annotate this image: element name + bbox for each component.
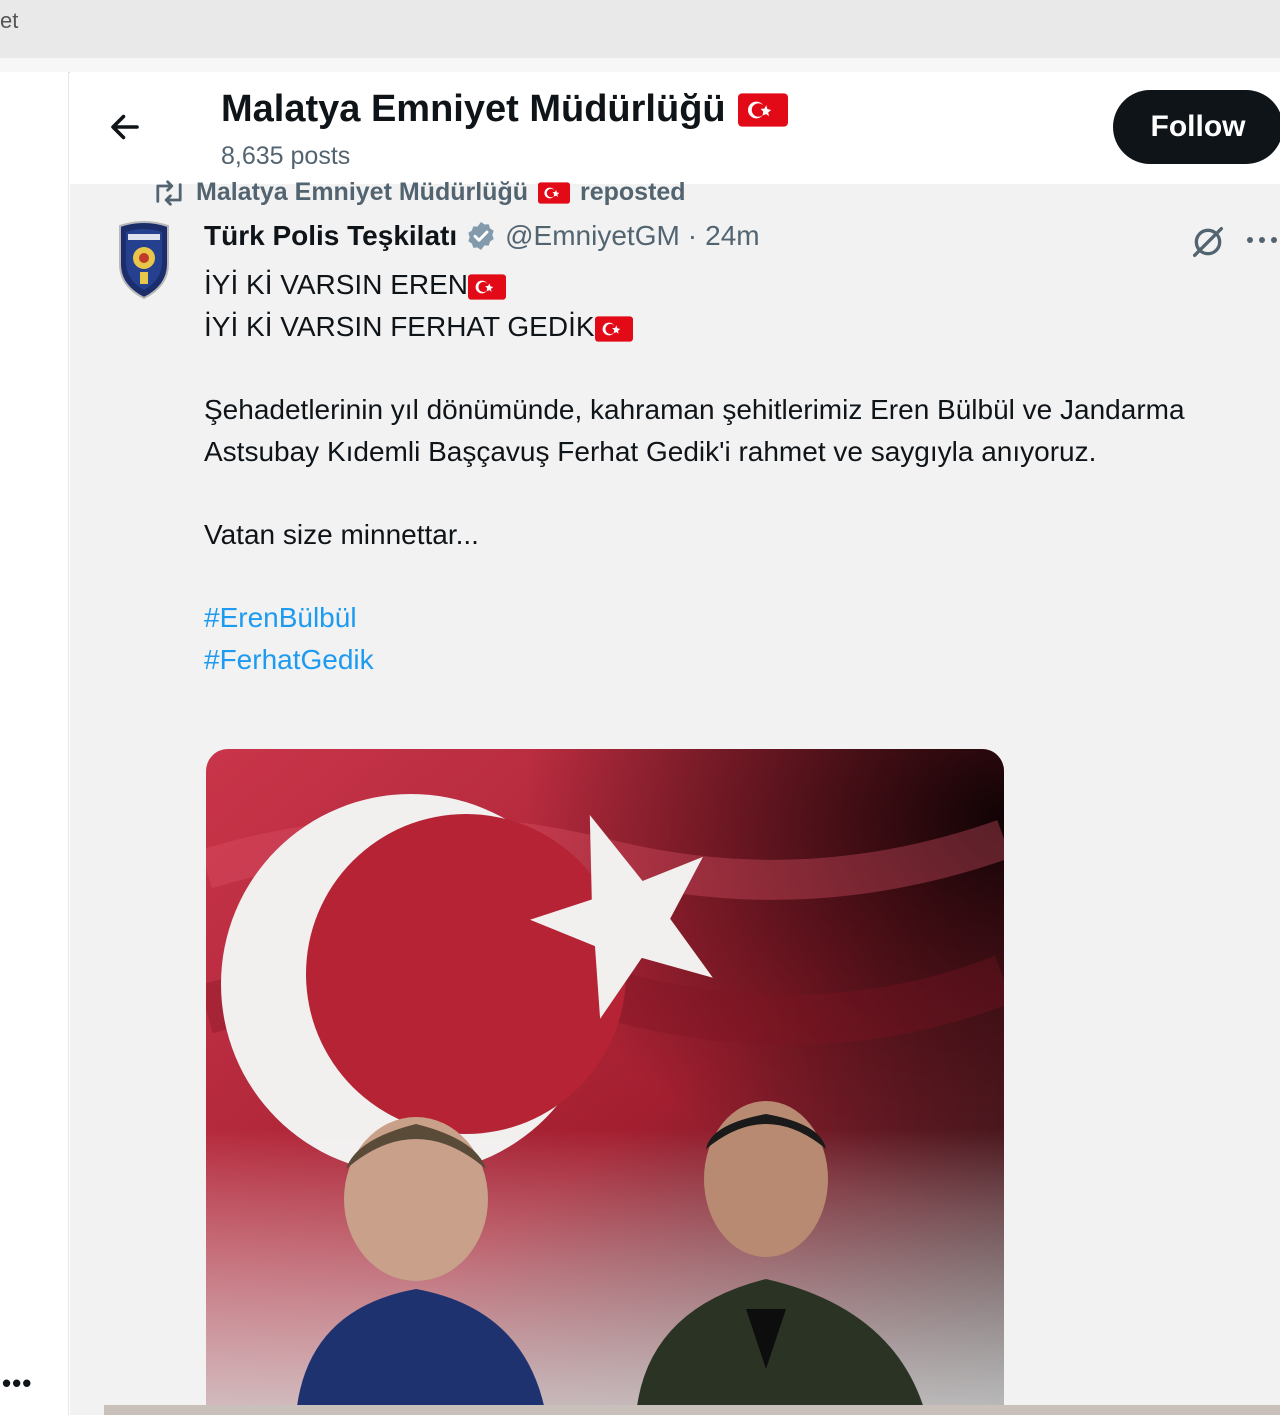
- hashtag-link[interactable]: #FerhatGedik: [204, 639, 1264, 681]
- police-emblem-icon: [119, 221, 169, 300]
- author-name[interactable]: Türk Polis Teşkilatı: [204, 220, 457, 252]
- tweet-line-2: İYİ Kİ VARSIN FERHAT GEDİK: [204, 306, 1264, 348]
- tweet-line-1: İYİ Kİ VARSIN EREN: [204, 264, 1264, 306]
- posts-count: 8,635 posts: [221, 142, 351, 170]
- separator-dot: ·: [687, 220, 698, 251]
- grok-button[interactable]: [1188, 222, 1228, 262]
- left-sidebar: •••: [0, 72, 69, 1415]
- bottom-bar: [104, 1405, 1280, 1415]
- repost-icon: [156, 179, 182, 206]
- verified-badge-icon: [468, 222, 494, 250]
- memorial-image: [206, 749, 1004, 1415]
- more-menu-button[interactable]: •••: [2, 1368, 32, 1399]
- turkish-flag-icon: [537, 181, 570, 204]
- timeline: Malatya Emniyet Müdürlüğü reposted Türk …: [70, 178, 1280, 1415]
- tweet-more-button[interactable]: [1244, 222, 1280, 258]
- tweet-paragraph: Şehadetlerinin yıl dönümünde, kahraman ş…: [204, 394, 1185, 467]
- browser-divider: [0, 58, 1280, 73]
- tweet-text: İYİ Kİ VARSIN EREN İYİ Kİ VARSIN FERHAT …: [204, 264, 1264, 681]
- tweet-image[interactable]: [206, 749, 1004, 1415]
- tweet-author-line: Türk Polis Teşkilatı @EmniyetGM · 24m: [204, 220, 760, 252]
- grok-icon: [1193, 227, 1223, 257]
- profile-name: Malatya Emniyet Müdürlüğü: [221, 88, 726, 130]
- follow-button[interactable]: Follow: [1113, 90, 1280, 164]
- repost-account[interactable]: Malatya Emniyet Müdürlüğü: [196, 178, 528, 207]
- back-button[interactable]: [100, 102, 150, 152]
- profile-title: Malatya Emniyet Müdürlüğü: [221, 88, 788, 131]
- turkish-flag-icon: [594, 315, 633, 342]
- turkish-flag-icon: [737, 92, 788, 127]
- profile-header: Malatya Emniyet Müdürlüğü 8,635 posts Fo…: [70, 72, 1280, 184]
- tweet-timestamp[interactable]: 24m: [705, 220, 759, 252]
- avatar[interactable]: [112, 220, 176, 300]
- repost-indicator: Malatya Emniyet Müdürlüğü reposted: [152, 178, 686, 207]
- repost-label: reposted: [579, 178, 686, 206]
- arrow-left-icon: [111, 114, 139, 140]
- browser-tab-title[interactable]: et: [0, 8, 18, 34]
- tweet-closing: Vatan size minnettar...: [204, 519, 479, 550]
- hashtag-link[interactable]: #ErenBülbül: [204, 597, 1264, 639]
- turkish-flag-icon: [468, 273, 506, 300]
- more-horizontal-icon: [1247, 237, 1277, 243]
- author-handle[interactable]: @EmniyetGM: [505, 220, 680, 252]
- browser-tab-strip: et: [0, 0, 1280, 58]
